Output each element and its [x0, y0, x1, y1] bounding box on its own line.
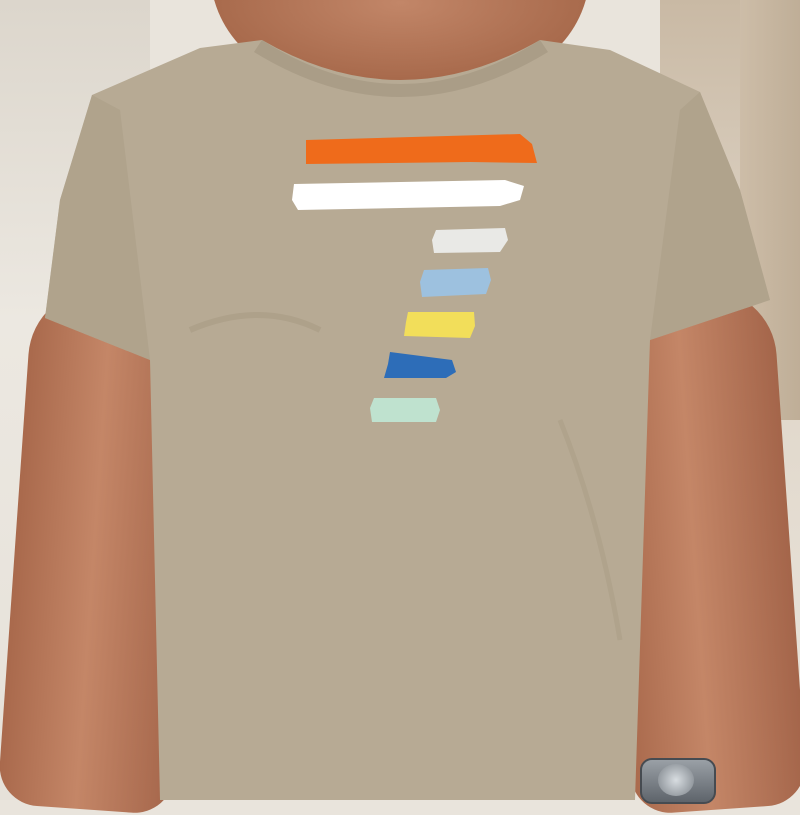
stripe-yellow	[404, 312, 475, 338]
wrist-watch	[640, 758, 716, 804]
t-shirt	[45, 40, 770, 800]
stripe-mint	[370, 398, 440, 422]
stripe-light-gray	[432, 228, 508, 253]
stripe-white-wide	[292, 180, 524, 210]
watch-face	[658, 764, 694, 796]
product-photo	[0, 0, 800, 815]
stripe-light-blue	[420, 268, 491, 297]
